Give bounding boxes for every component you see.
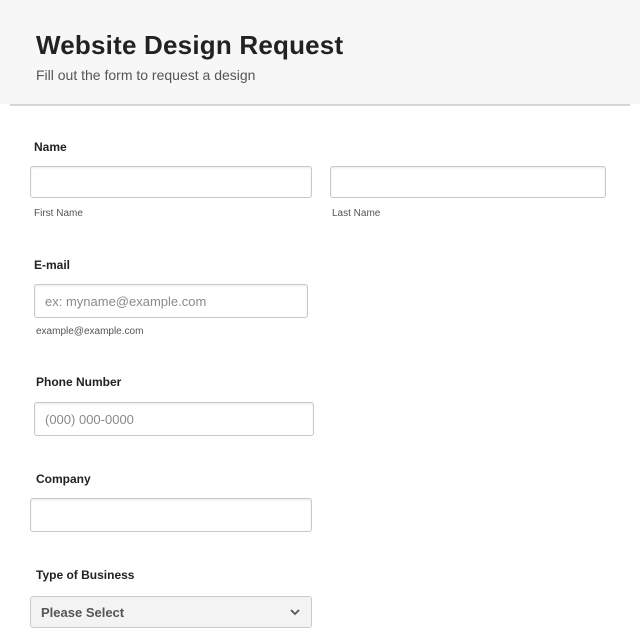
last-name-input[interactable] xyxy=(330,166,606,198)
phone-input[interactable] xyxy=(34,402,314,436)
business-type-selected: Please Select xyxy=(41,604,125,620)
company-input[interactable] xyxy=(30,498,312,532)
first-name-input[interactable] xyxy=(30,166,312,198)
name-label: Name xyxy=(34,140,67,154)
last-name-sublabel: Last Name xyxy=(332,208,381,219)
header-divider xyxy=(10,104,630,106)
email-input[interactable] xyxy=(34,284,308,318)
business-type-select[interactable]: Please Select xyxy=(30,596,312,628)
page-title: Website Design Request xyxy=(36,30,344,60)
email-sublabel: example@example.com xyxy=(36,326,144,337)
email-label: E-mail xyxy=(34,258,71,272)
phone-label: Phone Number xyxy=(36,375,122,389)
first-name-sublabel: First Name xyxy=(34,208,83,219)
company-label: Company xyxy=(36,472,91,486)
chevron-down-icon xyxy=(289,606,301,618)
page-subtitle: Fill out the form to request a design xyxy=(36,67,256,83)
business-type-label: Type of Business xyxy=(36,568,135,582)
